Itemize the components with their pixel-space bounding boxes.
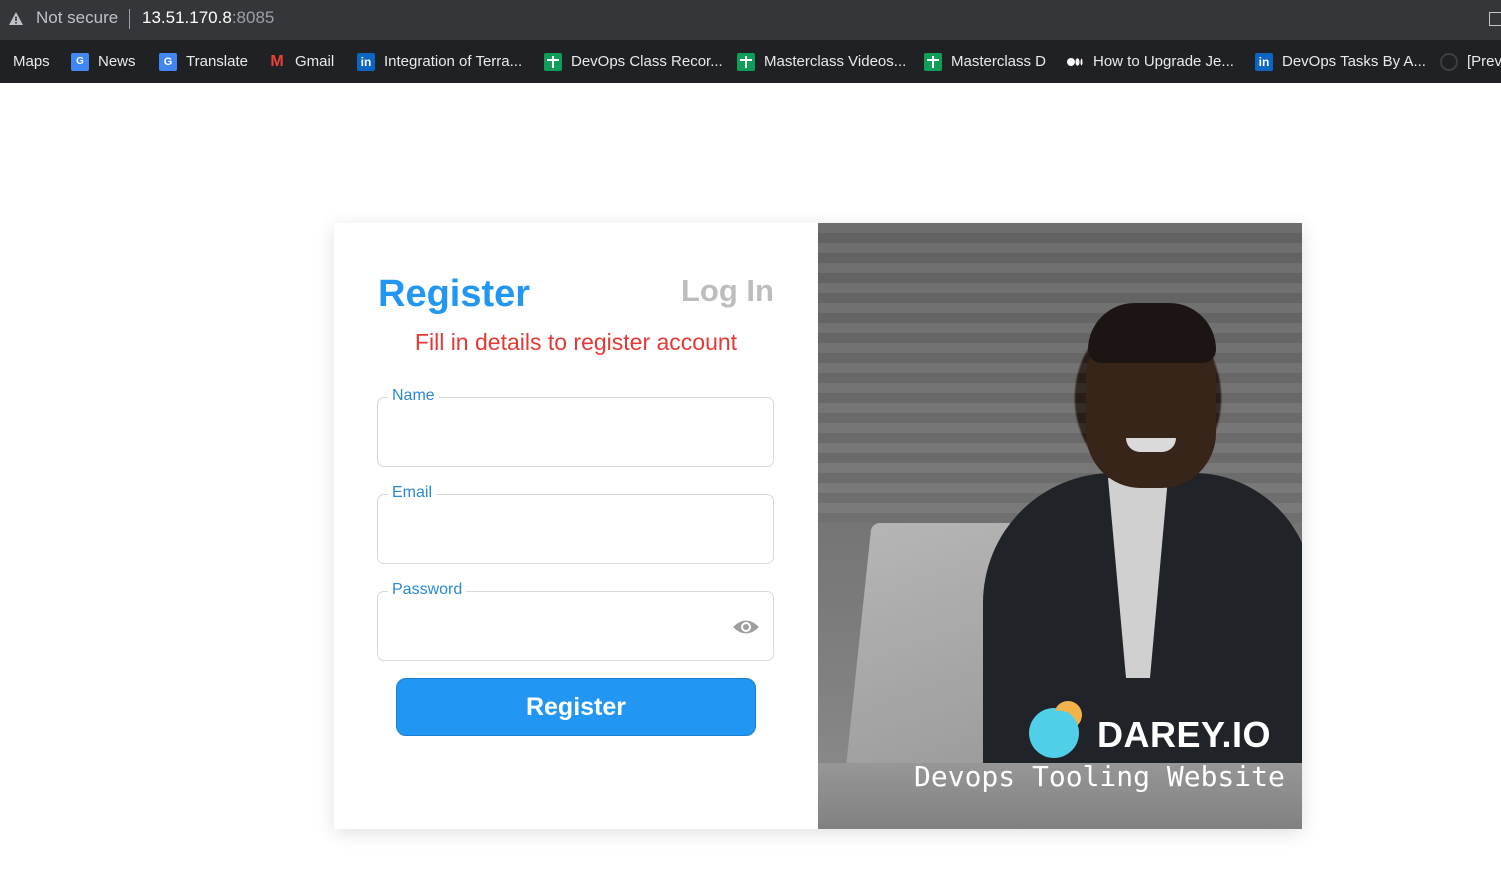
name-field-label: Name	[388, 387, 439, 405]
darey-logo-icon	[1029, 701, 1082, 758]
bookmark-label: Masterclass D	[951, 53, 1047, 70]
show-password-eye-icon[interactable]	[732, 617, 760, 637]
form-subtitle: Fill in details to register account	[414, 329, 738, 355]
register-form-panel: Register Log In Fill in details to regis…	[334, 223, 818, 829]
bookmark-news[interactable]: G News	[71, 40, 136, 83]
browser-address-bar[interactable]: Not secure 13.51.170.8:8085	[0, 0, 1501, 40]
register-submit-button[interactable]: Register	[396, 678, 756, 736]
bookmark-devops-tasks[interactable]: in DevOps Tasks By A...	[1255, 40, 1426, 83]
password-input[interactable]	[388, 608, 728, 648]
bookmark-prev[interactable]: [Prev	[1440, 40, 1501, 83]
open-in-new-window-icon[interactable]	[1489, 12, 1501, 26]
password-field-label: Password	[388, 581, 467, 599]
linkedin-icon: in	[357, 52, 375, 71]
auth-card: Register Log In Fill in details to regis…	[334, 223, 1302, 829]
google-sheets-icon	[544, 52, 562, 71]
email-field-label: Email	[388, 484, 437, 502]
google-sheets-icon	[924, 52, 942, 71]
bookmark-label: Integration of Terra...	[384, 53, 523, 70]
email-input[interactable]	[388, 511, 728, 551]
bookmarks-bar: Maps G News G Translate M Gmail in Integ…	[0, 40, 1501, 83]
bookmark-maps[interactable]: Maps	[13, 40, 50, 83]
medium-icon	[1067, 57, 1083, 66]
bookmark-label: DevOps Tasks By A...	[1282, 53, 1426, 70]
brand-name: DAREY.IO	[1097, 714, 1272, 755]
bookmark-label: DevOps Class Recor...	[571, 53, 723, 70]
bookmark-how-to-upgrade[interactable]: How to Upgrade Je...	[1066, 40, 1234, 83]
bookmark-label: News	[98, 53, 136, 70]
url-port: :8085	[231, 8, 275, 27]
name-input[interactable]	[388, 414, 728, 454]
google-news-icon: G	[71, 52, 89, 71]
url-text[interactable]: 13.51.170.8:8085	[142, 8, 274, 28]
url-host: 13.51.170.8	[142, 8, 232, 27]
warning-icon[interactable]	[8, 11, 24, 27]
bookmark-label: Translate	[186, 53, 248, 70]
gmail-icon: M	[270, 52, 284, 70]
bookmark-label: [Prev	[1467, 53, 1501, 70]
bookmark-integration-of-terra[interactable]: in Integration of Terra...	[357, 40, 522, 83]
bookmark-masterclass-d[interactable]: Masterclass D	[924, 40, 1046, 83]
bookmark-label: Maps	[13, 53, 50, 70]
email-field[interactable]: Email	[377, 484, 774, 564]
hero-image-panel: DAREY.IO Devops Tooling Website	[818, 223, 1302, 829]
password-field[interactable]: Password	[377, 581, 774, 661]
bookmark-masterclass-videos[interactable]: Masterclass Videos...	[737, 40, 906, 83]
bookmark-label: How to Upgrade Je...	[1093, 53, 1234, 70]
name-field[interactable]: Name	[377, 387, 774, 467]
bookmark-gmail[interactable]: M Gmail	[268, 40, 334, 83]
bookmark-label: Masterclass Videos...	[764, 53, 907, 70]
github-icon	[1440, 52, 1458, 71]
linkedin-icon: in	[1255, 52, 1273, 71]
google-sheets-icon	[737, 52, 755, 71]
bookmark-translate[interactable]: G Translate	[159, 40, 248, 83]
brand-tagline: Devops Tooling Website	[914, 760, 1285, 793]
address-divider	[129, 9, 130, 29]
security-label[interactable]: Not secure	[36, 8, 118, 28]
bookmark-devops-class-recor[interactable]: DevOps Class Recor...	[544, 40, 723, 83]
google-translate-icon: G	[159, 52, 177, 71]
bookmark-label: Gmail	[295, 53, 335, 70]
tab-register[interactable]: Register	[378, 273, 530, 316]
tab-login[interactable]: Log In	[681, 273, 774, 309]
